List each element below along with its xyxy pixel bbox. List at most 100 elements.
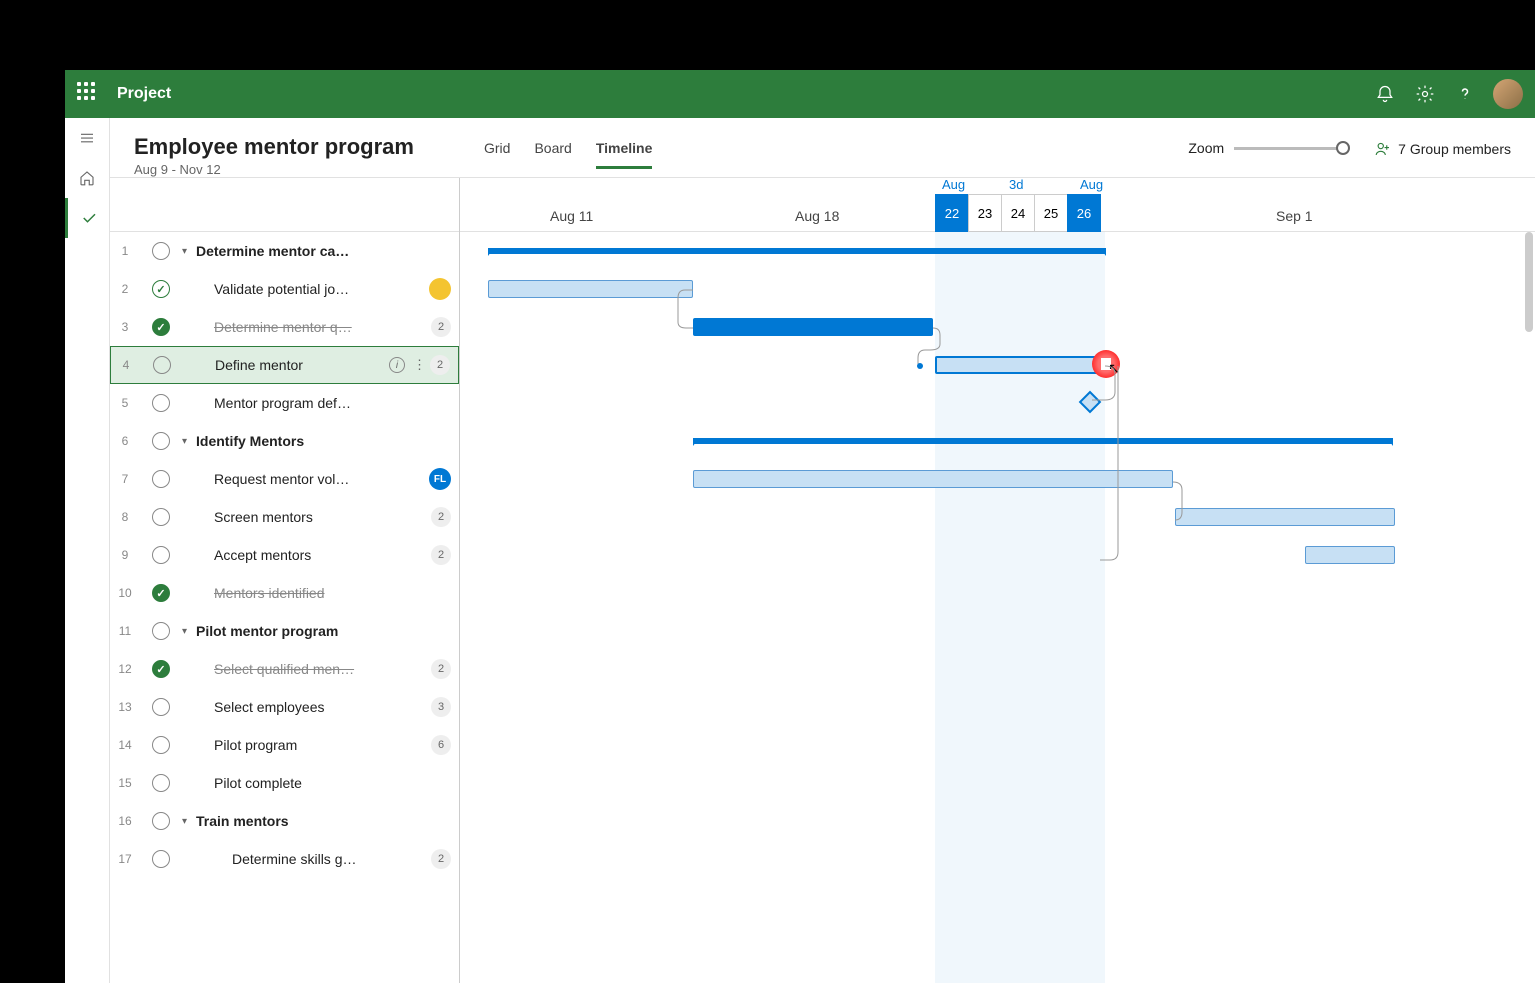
date-cell[interactable]: 22 — [935, 194, 969, 232]
task-checkbox[interactable] — [152, 774, 170, 792]
task-checkbox[interactable] — [152, 850, 170, 868]
timeline-area: Aug 11Aug 18Sep 1 2223242526 Aug 3d Aug … — [460, 178, 1535, 983]
gantt-bar[interactable] — [693, 318, 933, 336]
project-header: Employee mentor program Aug 9 - Nov 12 G… — [110, 118, 1535, 178]
task-name: Mentor program def… — [196, 395, 451, 411]
task-row[interactable]: 14Pilot program6 — [110, 726, 459, 764]
gantt-bar[interactable] — [488, 280, 693, 298]
task-row[interactable]: 2Validate potential jo… — [110, 270, 459, 308]
task-count-badge: 6 — [431, 735, 451, 755]
task-checkbox[interactable] — [152, 622, 170, 640]
chevron-down-icon[interactable]: ▾ — [182, 246, 196, 257]
chevron-down-icon[interactable]: ▾ — [182, 436, 196, 447]
zoom-slider[interactable] — [1234, 147, 1344, 150]
task-checkbox[interactable] — [153, 356, 171, 374]
hamburger-icon[interactable] — [65, 118, 109, 158]
tab-board[interactable]: Board — [534, 140, 571, 169]
task-checkbox[interactable] — [152, 432, 170, 450]
chevron-down-icon[interactable]: ▾ — [182, 816, 196, 827]
timeline-date-label: Sep 1 — [1276, 208, 1313, 224]
assignee-avatar[interactable]: FL — [429, 468, 451, 490]
gantt-bar[interactable] — [1305, 546, 1395, 564]
date-cell[interactable]: 26 — [1067, 194, 1101, 232]
gantt-bar[interactable] — [488, 248, 1106, 254]
gantt-bar[interactable] — [935, 356, 1105, 374]
task-number: 5 — [110, 396, 140, 410]
cursor-icon: ↖ — [1108, 360, 1120, 377]
more-icon[interactable]: ⋮ — [413, 357, 426, 373]
date-cell[interactable]: 23 — [968, 194, 1002, 232]
gantt-row — [460, 422, 1535, 460]
task-checkbox[interactable] — [152, 736, 170, 754]
checkmark-nav-icon[interactable] — [65, 198, 109, 238]
view-tabs: Grid Board Timeline — [484, 140, 652, 169]
chevron-down-icon[interactable]: ▾ — [182, 626, 196, 637]
task-row[interactable]: 12Select qualified men…2 — [110, 650, 459, 688]
task-grid: 1▾Determine mentor ca…2Validate potentia… — [110, 178, 460, 983]
home-icon[interactable] — [65, 158, 109, 198]
task-checkbox[interactable] — [152, 280, 170, 298]
task-number: 7 — [110, 472, 140, 486]
date-cell[interactable]: 24 — [1001, 194, 1035, 232]
gantt-bar[interactable] — [693, 438, 1393, 444]
waffle-icon[interactable] — [77, 82, 101, 106]
task-name: Train mentors — [196, 813, 451, 829]
task-number: 16 — [110, 814, 140, 828]
bell-icon[interactable] — [1365, 74, 1405, 114]
tab-grid[interactable]: Grid — [484, 140, 510, 169]
task-row[interactable]: 15Pilot complete — [110, 764, 459, 802]
task-row[interactable]: 4Define mentori⋮2 — [110, 346, 459, 384]
task-row[interactable]: 17Determine skills g…2 — [110, 840, 459, 878]
help-icon[interactable] — [1445, 74, 1485, 114]
gantt-row — [460, 384, 1535, 422]
task-checkbox[interactable] — [152, 242, 170, 260]
task-checkbox[interactable] — [152, 318, 170, 336]
task-checkbox[interactable] — [152, 698, 170, 716]
milestone-marker[interactable] — [1079, 391, 1102, 414]
group-members-button[interactable]: 7 Group members — [1374, 140, 1511, 158]
assignee-avatar[interactable] — [429, 278, 451, 300]
timeline-header: Aug 11Aug 18Sep 1 2223242526 Aug 3d Aug — [460, 178, 1535, 232]
task-row[interactable]: 3Determine mentor q…2 — [110, 308, 459, 346]
task-number: 17 — [110, 852, 140, 866]
gantt-bar[interactable] — [1175, 508, 1395, 526]
task-row[interactable]: 1▾Determine mentor ca… — [110, 232, 459, 270]
vertical-scrollbar[interactable] — [1525, 232, 1533, 332]
zoom-control: Zoom — [1188, 140, 1344, 156]
task-row[interactable]: 7Request mentor vol…FL — [110, 460, 459, 498]
task-checkbox[interactable] — [152, 660, 170, 678]
task-row[interactable]: 16 ▾Train mentors — [110, 802, 459, 840]
zoom-label: Zoom — [1188, 140, 1224, 156]
task-checkbox[interactable] — [152, 546, 170, 564]
gantt-row — [460, 688, 1535, 726]
task-row[interactable]: 5 Mentor program def… — [110, 384, 459, 422]
task-number: 10 — [110, 586, 140, 600]
gear-icon[interactable] — [1405, 74, 1445, 114]
task-row[interactable]: 11▾Pilot mentor program — [110, 612, 459, 650]
task-name: Identify Mentors — [196, 433, 451, 449]
timeline-body[interactable]: ↖ — [460, 232, 1535, 983]
tab-timeline[interactable]: Timeline — [596, 140, 653, 169]
task-name: Pilot program — [196, 737, 427, 753]
task-row[interactable]: 9Accept mentors2 — [110, 536, 459, 574]
task-name: Accept mentors — [196, 547, 427, 563]
task-row[interactable]: 6▾Identify Mentors — [110, 422, 459, 460]
gantt-row — [460, 270, 1535, 308]
task-checkbox[interactable] — [152, 584, 170, 602]
task-row[interactable]: 8Screen mentors2 — [110, 498, 459, 536]
timeline-date-label: Aug 11 — [550, 208, 593, 224]
task-checkbox[interactable] — [152, 394, 170, 412]
task-checkbox[interactable] — [152, 812, 170, 830]
task-checkbox[interactable] — [152, 470, 170, 488]
user-avatar[interactable] — [1493, 79, 1523, 109]
task-row[interactable]: 13Select employees3 — [110, 688, 459, 726]
task-number: 11 — [110, 624, 140, 638]
date-cell[interactable]: 25 — [1034, 194, 1068, 232]
gantt-bar[interactable] — [693, 470, 1173, 488]
task-checkbox[interactable] — [152, 508, 170, 526]
app-name: Project — [117, 85, 1365, 103]
task-count-badge: 2 — [431, 507, 451, 527]
task-row[interactable]: 10Mentors identified — [110, 574, 459, 612]
info-icon[interactable]: i — [389, 357, 405, 373]
task-number: 9 — [110, 548, 140, 562]
